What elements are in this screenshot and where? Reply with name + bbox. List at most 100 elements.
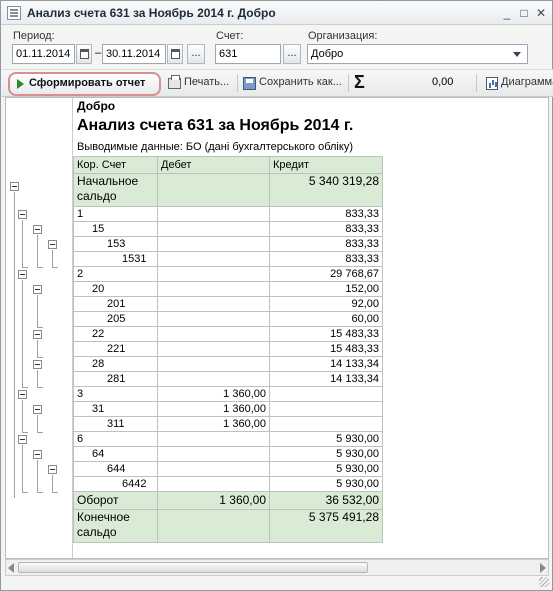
maximize-button[interactable]: □	[517, 6, 531, 20]
credit-cell: 5 930,00	[269, 446, 383, 462]
table-row: 31 1 360,00	[73, 401, 383, 417]
tree-line	[37, 356, 43, 358]
window-title: Анализ счета 631 за Ноябрь 2014 г. Добро	[27, 6, 276, 20]
account-analysis-table: Кор. Счет Дебет Кредит Начальное сальдо …	[73, 156, 383, 543]
scroll-left-icon[interactable]	[8, 563, 14, 573]
diagram-button[interactable]: Диаграмма	[501, 76, 553, 88]
table-row: 311 1 360,00	[73, 416, 383, 432]
period-label: Период:	[13, 30, 55, 42]
organization-select[interactable]: Добро	[307, 44, 528, 64]
save-as-button[interactable]: Сохранить как...	[259, 76, 342, 88]
toolbar-separator	[476, 74, 477, 92]
collapse-box-icon[interactable]	[18, 270, 27, 279]
save-icon	[243, 77, 256, 90]
generate-report-button[interactable]: Сформировать отчет	[8, 72, 161, 96]
date-to-input[interactable]: 30.11.2014	[102, 44, 166, 64]
date-from-input[interactable]: 01.11.2014	[12, 44, 75, 64]
date-to-calendar-button[interactable]	[167, 44, 183, 64]
date-separator: –	[95, 47, 102, 59]
period-select-button[interactable]: ...	[187, 44, 205, 64]
table-row: 221 15 483,33	[73, 341, 383, 357]
debit-cell	[157, 266, 270, 282]
table-row: 281 14 133,34	[73, 371, 383, 387]
account-cell: 153	[73, 236, 158, 252]
tree-line	[22, 280, 23, 387]
debit-cell	[157, 236, 270, 252]
credit-cell: 29 768,67	[269, 266, 383, 282]
account-cell: 31	[73, 401, 158, 417]
report-organization: Добро	[77, 99, 116, 113]
collapse-box-icon[interactable]	[18, 435, 27, 444]
horizontal-scrollbar[interactable]	[5, 559, 549, 576]
closing-balance-credit: 5 375 491,28	[269, 509, 383, 543]
collapse-box-icon[interactable]	[18, 390, 27, 399]
grouping-tree	[6, 98, 73, 558]
credit-cell: 15 483,33	[269, 326, 383, 342]
table-row: 153 833,33	[73, 236, 383, 252]
scroll-thumb[interactable]	[18, 562, 368, 573]
account-select-button[interactable]: ...	[283, 44, 301, 64]
collapse-box-icon[interactable]	[33, 330, 42, 339]
collapse-box-icon[interactable]	[48, 240, 57, 249]
title-bar[interactable]: Анализ счета 631 за Ноябрь 2014 г. Добро…	[1, 1, 552, 25]
report-sheet[interactable]: Добро Анализ счета 631 за Ноябрь 2014 г.…	[5, 97, 549, 559]
collapse-box-icon[interactable]	[10, 182, 19, 191]
closing-balance-debit	[157, 509, 270, 543]
table-row: 1 833,33	[73, 206, 383, 222]
account-cell: 221	[73, 341, 158, 357]
report-title: Анализ счета 631 за Ноябрь 2014 г.	[77, 117, 354, 134]
organization-label: Организация:	[308, 30, 378, 42]
opening-balance-label: Начальное сальдо	[73, 173, 158, 207]
account-cell: 311	[73, 416, 158, 432]
tree-line	[37, 326, 43, 328]
close-button[interactable]: ✕	[534, 6, 548, 20]
account-cell: 281	[73, 371, 158, 387]
sigma-icon[interactable]: Σ	[354, 72, 365, 93]
credit-cell: 833,33	[269, 236, 383, 252]
debit-cell	[157, 206, 270, 222]
toolbar-separator	[237, 74, 238, 92]
collapse-box-icon[interactable]	[33, 360, 42, 369]
print-button[interactable]: Печать...	[184, 76, 229, 88]
tree-line	[37, 386, 43, 388]
selection-sum-value: 0,00	[432, 76, 454, 88]
tree-line	[37, 266, 43, 268]
credit-cell: 5 930,00	[269, 476, 383, 492]
closing-balance-row: Конечное сальдо 5 375 491,28	[73, 509, 383, 543]
turnover-row: Оборот 1 360,00 36 532,00	[73, 491, 383, 510]
debit-cell	[157, 446, 270, 462]
chevron-down-icon[interactable]	[513, 52, 521, 57]
table-row: 22 15 483,33	[73, 326, 383, 342]
generate-report-label: Сформировать отчет	[29, 77, 146, 89]
account-cell: 6442	[73, 476, 158, 492]
tree-line	[37, 415, 38, 432]
table-row: 6442 5 930,00	[73, 476, 383, 492]
credit-cell: 14 133,34	[269, 371, 383, 387]
account-input[interactable]: 631	[215, 44, 281, 64]
resize-grip-icon[interactable]	[539, 577, 549, 587]
credit-cell: 5 930,00	[269, 461, 383, 477]
account-cell: 2	[73, 266, 158, 282]
table-row: 201 92,00	[73, 296, 383, 312]
table-row: 6 5 930,00	[73, 431, 383, 447]
account-cell: 205	[73, 311, 158, 327]
account-cell: 1	[73, 206, 158, 222]
calendar-icon	[80, 49, 89, 59]
collapse-box-icon[interactable]	[33, 285, 42, 294]
minimize-button[interactable]: _	[500, 6, 514, 20]
collapse-box-icon[interactable]	[33, 405, 42, 414]
collapse-box-icon[interactable]	[48, 465, 57, 474]
collapse-box-icon[interactable]	[33, 450, 42, 459]
tree-line	[22, 400, 23, 432]
collapse-box-icon[interactable]	[18, 210, 27, 219]
table-row: 2 29 768,67	[73, 266, 383, 282]
debit-cell	[157, 311, 270, 327]
opening-balance-credit: 5 340 319,28	[269, 173, 383, 207]
tree-line	[37, 491, 43, 493]
tree-line	[22, 220, 23, 267]
account-cell: 1531	[73, 251, 158, 267]
collapse-box-icon[interactable]	[33, 225, 42, 234]
scroll-right-icon[interactable]	[540, 563, 546, 573]
debit-cell	[157, 371, 270, 387]
date-from-calendar-button[interactable]	[76, 44, 92, 64]
